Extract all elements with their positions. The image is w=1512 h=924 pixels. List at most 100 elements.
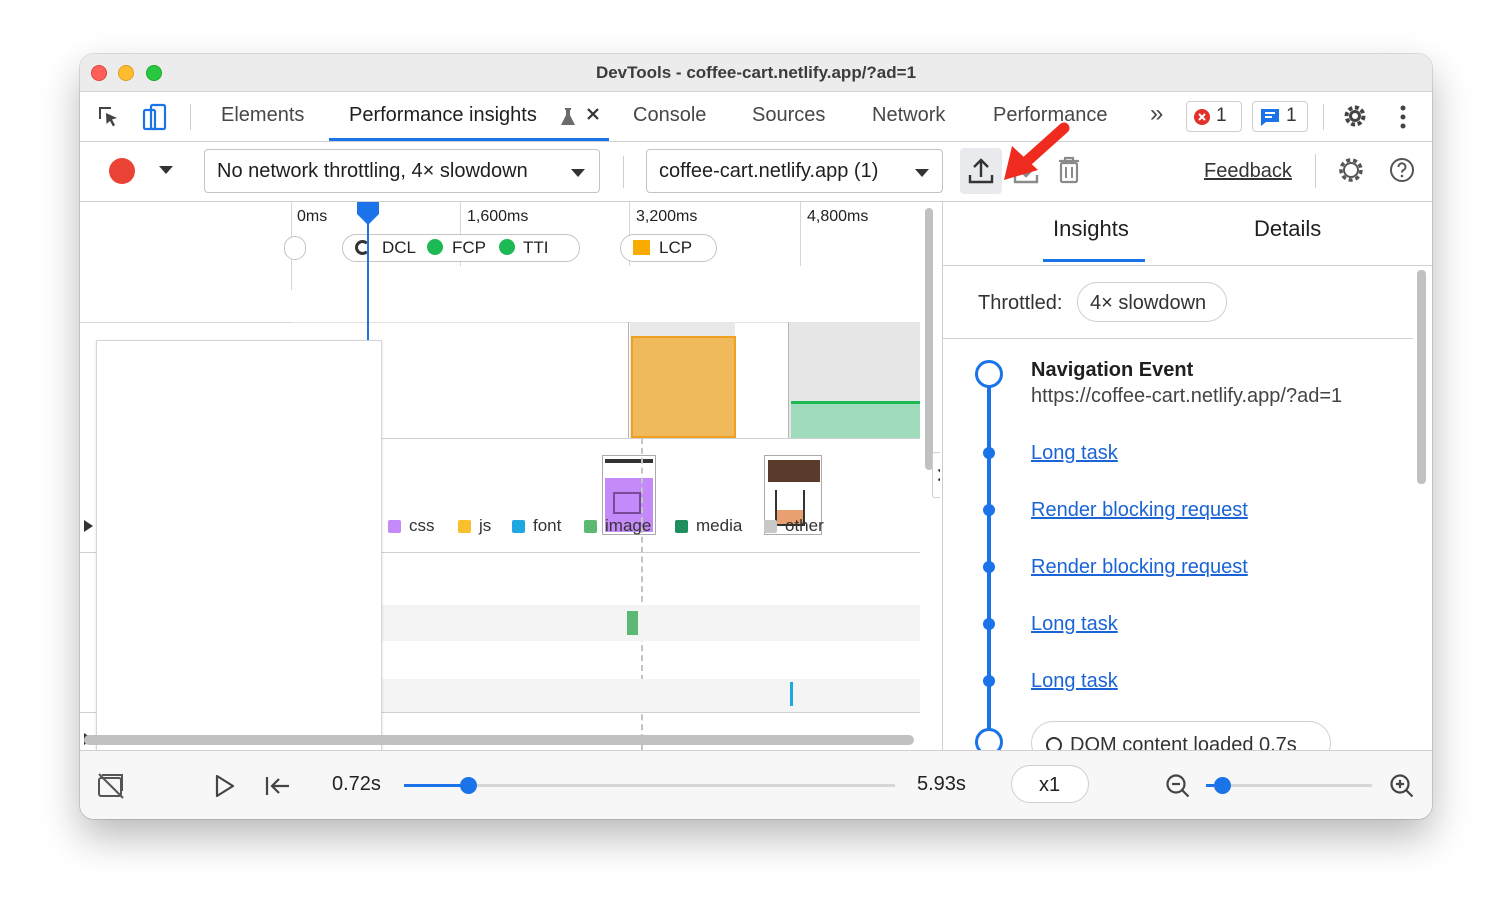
legend-label: css bbox=[409, 516, 435, 535]
divider bbox=[943, 338, 1413, 339]
lcp-square bbox=[633, 240, 650, 255]
active-tab-indicator bbox=[329, 138, 609, 141]
fcp-dot bbox=[427, 239, 443, 255]
help-icon[interactable] bbox=[1389, 157, 1415, 183]
active-tab-indicator bbox=[1043, 259, 1145, 262]
recording-select[interactable]: coffee-cart.netlify.app (1) bbox=[646, 149, 943, 193]
experiment-flask-icon bbox=[560, 107, 576, 127]
legend-swatch bbox=[458, 520, 471, 533]
tab-elements[interactable]: Elements bbox=[221, 104, 304, 127]
insight-link-long-task[interactable]: Long task bbox=[1031, 670, 1118, 693]
more-tabs-button[interactable]: » bbox=[1150, 100, 1163, 128]
empty-hover-card bbox=[96, 340, 382, 750]
dom-loaded-chip[interactable]: DOM content loaded 0.7s bbox=[1031, 721, 1331, 750]
metrics-marker-pill[interactable]: DCL FCP TTI bbox=[342, 234, 580, 262]
layout-shift-block[interactable] bbox=[791, 401, 920, 438]
record-button[interactable] bbox=[109, 158, 135, 184]
device-toolbar-icon[interactable] bbox=[142, 102, 168, 132]
playhead-handle[interactable] bbox=[356, 202, 380, 226]
errors-count: 1 bbox=[1216, 105, 1227, 126]
throttling-select[interactable]: No network throttling, 4× slowdown bbox=[204, 149, 600, 193]
tab-console[interactable]: Console bbox=[633, 104, 706, 127]
panel-tab-bar: Elements Performance insights Console So… bbox=[80, 92, 1432, 142]
expand-network-track-icon[interactable] bbox=[84, 520, 93, 532]
capture-settings-gear-icon[interactable] bbox=[1337, 156, 1365, 184]
zoom-slider[interactable] bbox=[1206, 777, 1372, 794]
errors-badge[interactable]: 1 bbox=[1186, 101, 1242, 132]
track-separator bbox=[380, 438, 920, 439]
zoom-thumb[interactable] bbox=[1214, 777, 1232, 794]
inspect-element-icon[interactable] bbox=[96, 104, 122, 130]
divider bbox=[943, 265, 1432, 266]
timeline-horizontal-scrollbar[interactable] bbox=[84, 735, 914, 745]
zoom-out-icon[interactable] bbox=[1165, 773, 1191, 799]
skip-to-start-icon[interactable] bbox=[265, 775, 291, 797]
insight-link-long-task[interactable]: Long task bbox=[1031, 442, 1118, 465]
legend-swatch bbox=[764, 520, 777, 533]
annotation-arrow-icon bbox=[996, 122, 1070, 186]
dom-loaded-node bbox=[975, 728, 1003, 750]
kebab-menu-icon[interactable] bbox=[1399, 104, 1407, 130]
insights-scrollbar[interactable] bbox=[1417, 270, 1426, 484]
legend-swatch bbox=[584, 520, 597, 533]
toggle-sidebar-button[interactable] bbox=[932, 452, 940, 498]
divider bbox=[623, 156, 624, 188]
dcl-label: DCL bbox=[382, 238, 417, 257]
playback-fill bbox=[404, 784, 468, 787]
lcp-marker-pill[interactable]: LCP bbox=[620, 234, 717, 262]
divider bbox=[1315, 154, 1316, 188]
navigation-marker[interactable] bbox=[284, 236, 306, 260]
tab-insights[interactable]: Insights bbox=[1053, 216, 1129, 242]
timeline-pane: 0ms 1,600ms 3,200ms 4,800ms DCL FCP TTI … bbox=[80, 202, 940, 750]
timeline-vertical-scrollbar[interactable] bbox=[925, 208, 933, 470]
screenshots-toggle-icon[interactable] bbox=[96, 771, 126, 801]
messages-badge[interactable]: 1 bbox=[1252, 101, 1308, 132]
throttled-value: 4× slowdown bbox=[1090, 292, 1207, 314]
divider bbox=[190, 104, 191, 130]
feedback-link[interactable]: Feedback bbox=[1204, 160, 1292, 183]
screenshot-cup bbox=[613, 492, 641, 514]
playback-slider[interactable] bbox=[404, 777, 895, 794]
tab-details[interactable]: Details bbox=[1254, 216, 1321, 242]
network-row bbox=[380, 679, 920, 713]
insight-link-render-blocking[interactable]: Render blocking request bbox=[1031, 499, 1248, 522]
ruler-label: 4,800ms bbox=[807, 208, 869, 225]
playback-speed-button[interactable]: x1 bbox=[1011, 765, 1089, 803]
performance-toolbar: No network throttling, 4× slowdown coffe… bbox=[80, 122, 1432, 202]
image-request-bar[interactable] bbox=[627, 611, 638, 635]
insight-dot bbox=[983, 447, 995, 459]
chevron-down-icon bbox=[915, 169, 929, 177]
lcp-element-block[interactable] bbox=[631, 336, 736, 438]
insight-dot bbox=[983, 561, 995, 573]
marker-line bbox=[628, 322, 629, 438]
tab-sources[interactable]: Sources bbox=[752, 104, 825, 127]
tab-network[interactable]: Network bbox=[872, 104, 945, 127]
recording-value: coffee-cart.netlify.app (1) bbox=[659, 160, 879, 182]
error-icon bbox=[1194, 109, 1210, 125]
playback-thumb[interactable] bbox=[459, 777, 477, 794]
chevron-down-icon bbox=[571, 169, 585, 177]
ruler-label: 1,600ms bbox=[467, 208, 529, 225]
record-options-dropdown[interactable] bbox=[159, 166, 173, 174]
track-separator bbox=[80, 322, 291, 323]
tab-performance-insights[interactable]: Performance insights bbox=[349, 104, 537, 127]
legend-swatch bbox=[512, 520, 525, 533]
fcp-label: FCP bbox=[452, 238, 486, 257]
window-title: DevTools - coffee-cart.netlify.app/?ad=1 bbox=[595, 63, 917, 82]
zoom-in-icon[interactable] bbox=[1389, 773, 1415, 799]
tti-dot bbox=[499, 239, 515, 255]
settings-gear-icon[interactable] bbox=[1342, 103, 1368, 129]
marker-line bbox=[788, 322, 789, 438]
screenshot-hero bbox=[768, 460, 820, 482]
throttled-chip: 4× slowdown bbox=[1077, 282, 1227, 322]
insight-link-long-task[interactable]: Long task bbox=[1031, 613, 1118, 636]
ruler-label: 3,200ms bbox=[636, 208, 698, 225]
play-icon[interactable] bbox=[214, 774, 236, 798]
chevron-right-icon bbox=[937, 468, 940, 482]
close-tab-icon[interactable] bbox=[585, 106, 601, 122]
legend-label: media bbox=[696, 516, 743, 535]
playback-speed-value: x1 bbox=[1038, 774, 1061, 796]
font-request-bar[interactable] bbox=[790, 682, 793, 706]
playback-bar: 0.72s 5.93s x1 bbox=[80, 750, 1432, 819]
insight-link-render-blocking[interactable]: Render blocking request bbox=[1031, 556, 1248, 579]
